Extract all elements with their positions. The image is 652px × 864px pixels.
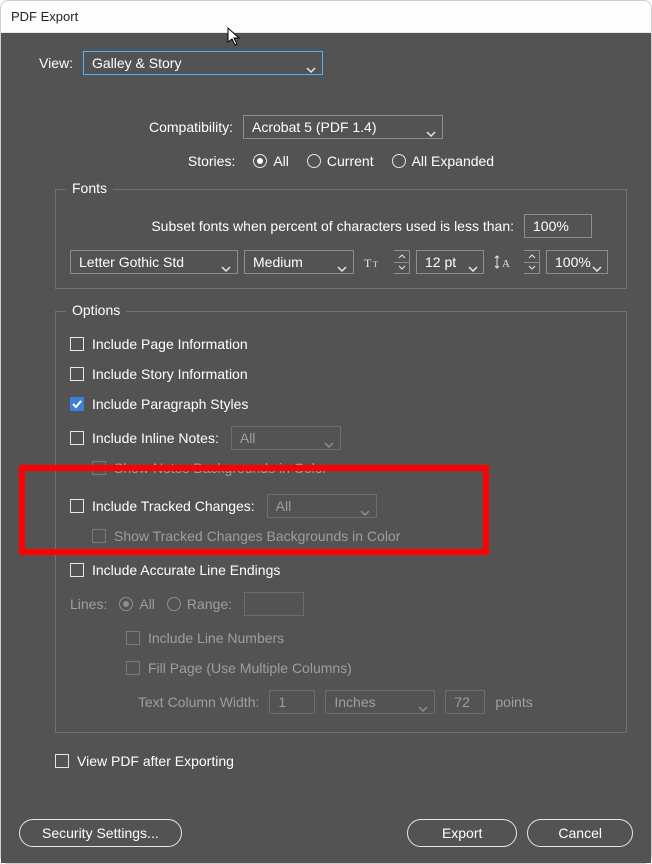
footer: Security Settings... Export Cancel — [1, 803, 651, 863]
chevron-down-icon — [337, 259, 347, 265]
chevron-down-icon — [306, 60, 316, 66]
font-size-dropdown[interactable]: 12 pt — [416, 250, 484, 274]
chevron-down-icon — [418, 699, 428, 705]
export-button[interactable]: Export — [407, 819, 517, 847]
include-paragraph-styles-checkbox[interactable]: Include Paragraph Styles — [70, 396, 612, 412]
svg-text:T: T — [373, 260, 378, 269]
subset-label: Subset fonts when percent of characters … — [151, 218, 514, 234]
lines-label: Lines: — [70, 596, 107, 612]
lines-range-radio: Range: — [167, 596, 232, 612]
lines-range-input — [244, 592, 304, 616]
stories-all-expanded-radio[interactable]: All Expanded — [392, 153, 495, 169]
fonts-legend: Fonts — [66, 180, 113, 196]
svg-text:A: A — [502, 258, 510, 270]
include-accurate-endings-checkbox[interactable]: Include Accurate Line Endings — [70, 562, 612, 578]
leading-dropdown[interactable]: 100% — [546, 250, 608, 274]
compatibility-label: Compatibility: — [149, 119, 233, 135]
options-legend: Options — [66, 302, 126, 318]
tracked-changes-dropdown: All — [267, 494, 377, 518]
window-title: PDF Export — [11, 9, 78, 24]
lines-all-radio: All — [119, 596, 155, 612]
include-tracked-changes-checkbox[interactable]: Include Tracked Changes: — [70, 498, 255, 514]
cancel-button[interactable]: Cancel — [527, 819, 633, 847]
titlebar: PDF Export — [1, 1, 651, 33]
checkbox-icon — [70, 397, 84, 411]
include-inline-notes-checkbox[interactable]: Include Inline Notes: — [70, 430, 219, 446]
radio-icon — [307, 154, 321, 168]
text-col-points-input: 72 — [445, 690, 485, 714]
checkbox-icon — [70, 499, 84, 513]
radio-icon — [392, 154, 406, 168]
chevron-down-icon — [221, 259, 231, 265]
stories-all-radio[interactable]: All — [253, 153, 289, 169]
font-size-spinner[interactable] — [394, 250, 410, 274]
radio-icon — [119, 597, 133, 611]
font-size-icon: TT — [360, 250, 388, 274]
fill-page-checkbox: Fill Page (Use Multiple Columns) — [126, 660, 612, 676]
chevron-down-icon — [360, 503, 370, 509]
text-col-width-input: 1 — [269, 690, 315, 714]
dialog-body: View: Galley & Story Compatibility: Acro… — [1, 33, 651, 863]
chevron-down-icon — [468, 259, 478, 265]
text-col-unit-dropdown: Inches — [325, 690, 435, 714]
radio-icon — [253, 154, 267, 168]
stories-current-radio[interactable]: Current — [307, 153, 374, 169]
view-after-export-checkbox[interactable]: View PDF after Exporting — [55, 753, 633, 769]
checkbox-icon — [70, 367, 84, 381]
svg-text:T: T — [364, 256, 372, 270]
checkbox-icon — [126, 631, 140, 645]
checkbox-icon — [70, 431, 84, 445]
font-weight-dropdown[interactable]: Medium — [244, 250, 354, 274]
security-settings-button[interactable]: Security Settings... — [19, 819, 182, 847]
checkbox-icon — [126, 661, 140, 675]
chevron-down-icon — [592, 259, 602, 265]
leading-icon: A — [490, 250, 518, 274]
checkbox-icon — [92, 529, 106, 543]
options-fieldset: Options Include Page Information Include… — [55, 311, 627, 733]
checkbox-icon — [92, 461, 106, 475]
content-area: View: Galley & Story Compatibility: Acro… — [1, 33, 651, 803]
checkbox-icon — [55, 754, 69, 768]
include-line-numbers-checkbox: Include Line Numbers — [126, 630, 612, 646]
radio-icon — [167, 597, 181, 611]
stories-label: Stories: — [188, 153, 235, 169]
view-label: View: — [39, 55, 73, 71]
text-col-width-label: Text Column Width: — [138, 694, 259, 710]
subset-input[interactable]: 100% — [524, 214, 592, 238]
compatibility-dropdown[interactable]: Acrobat 5 (PDF 1.4) — [243, 115, 443, 139]
view-dropdown[interactable]: Galley & Story — [83, 51, 323, 75]
checkbox-icon — [70, 337, 84, 351]
checkbox-icon — [70, 563, 84, 577]
chevron-down-icon — [324, 435, 334, 441]
pdf-export-dialog: PDF Export View: Galley & Story Compatib… — [0, 0, 652, 864]
include-story-info-checkbox[interactable]: Include Story Information — [70, 366, 612, 382]
show-tracked-changes-bg-checkbox: Show Tracked Changes Backgrounds in Colo… — [92, 528, 612, 544]
chevron-down-icon — [426, 124, 436, 130]
leading-spinner[interactable] — [524, 250, 540, 274]
fonts-fieldset: Fonts Subset fonts when percent of chara… — [55, 189, 627, 289]
font-family-dropdown[interactable]: Letter Gothic Std — [70, 250, 238, 274]
show-notes-bg-checkbox: Show Notes Backgrounds in Color — [92, 460, 612, 476]
points-label: points — [495, 694, 532, 710]
inline-notes-dropdown: All — [231, 426, 341, 450]
include-page-info-checkbox[interactable]: Include Page Information — [70, 336, 612, 352]
